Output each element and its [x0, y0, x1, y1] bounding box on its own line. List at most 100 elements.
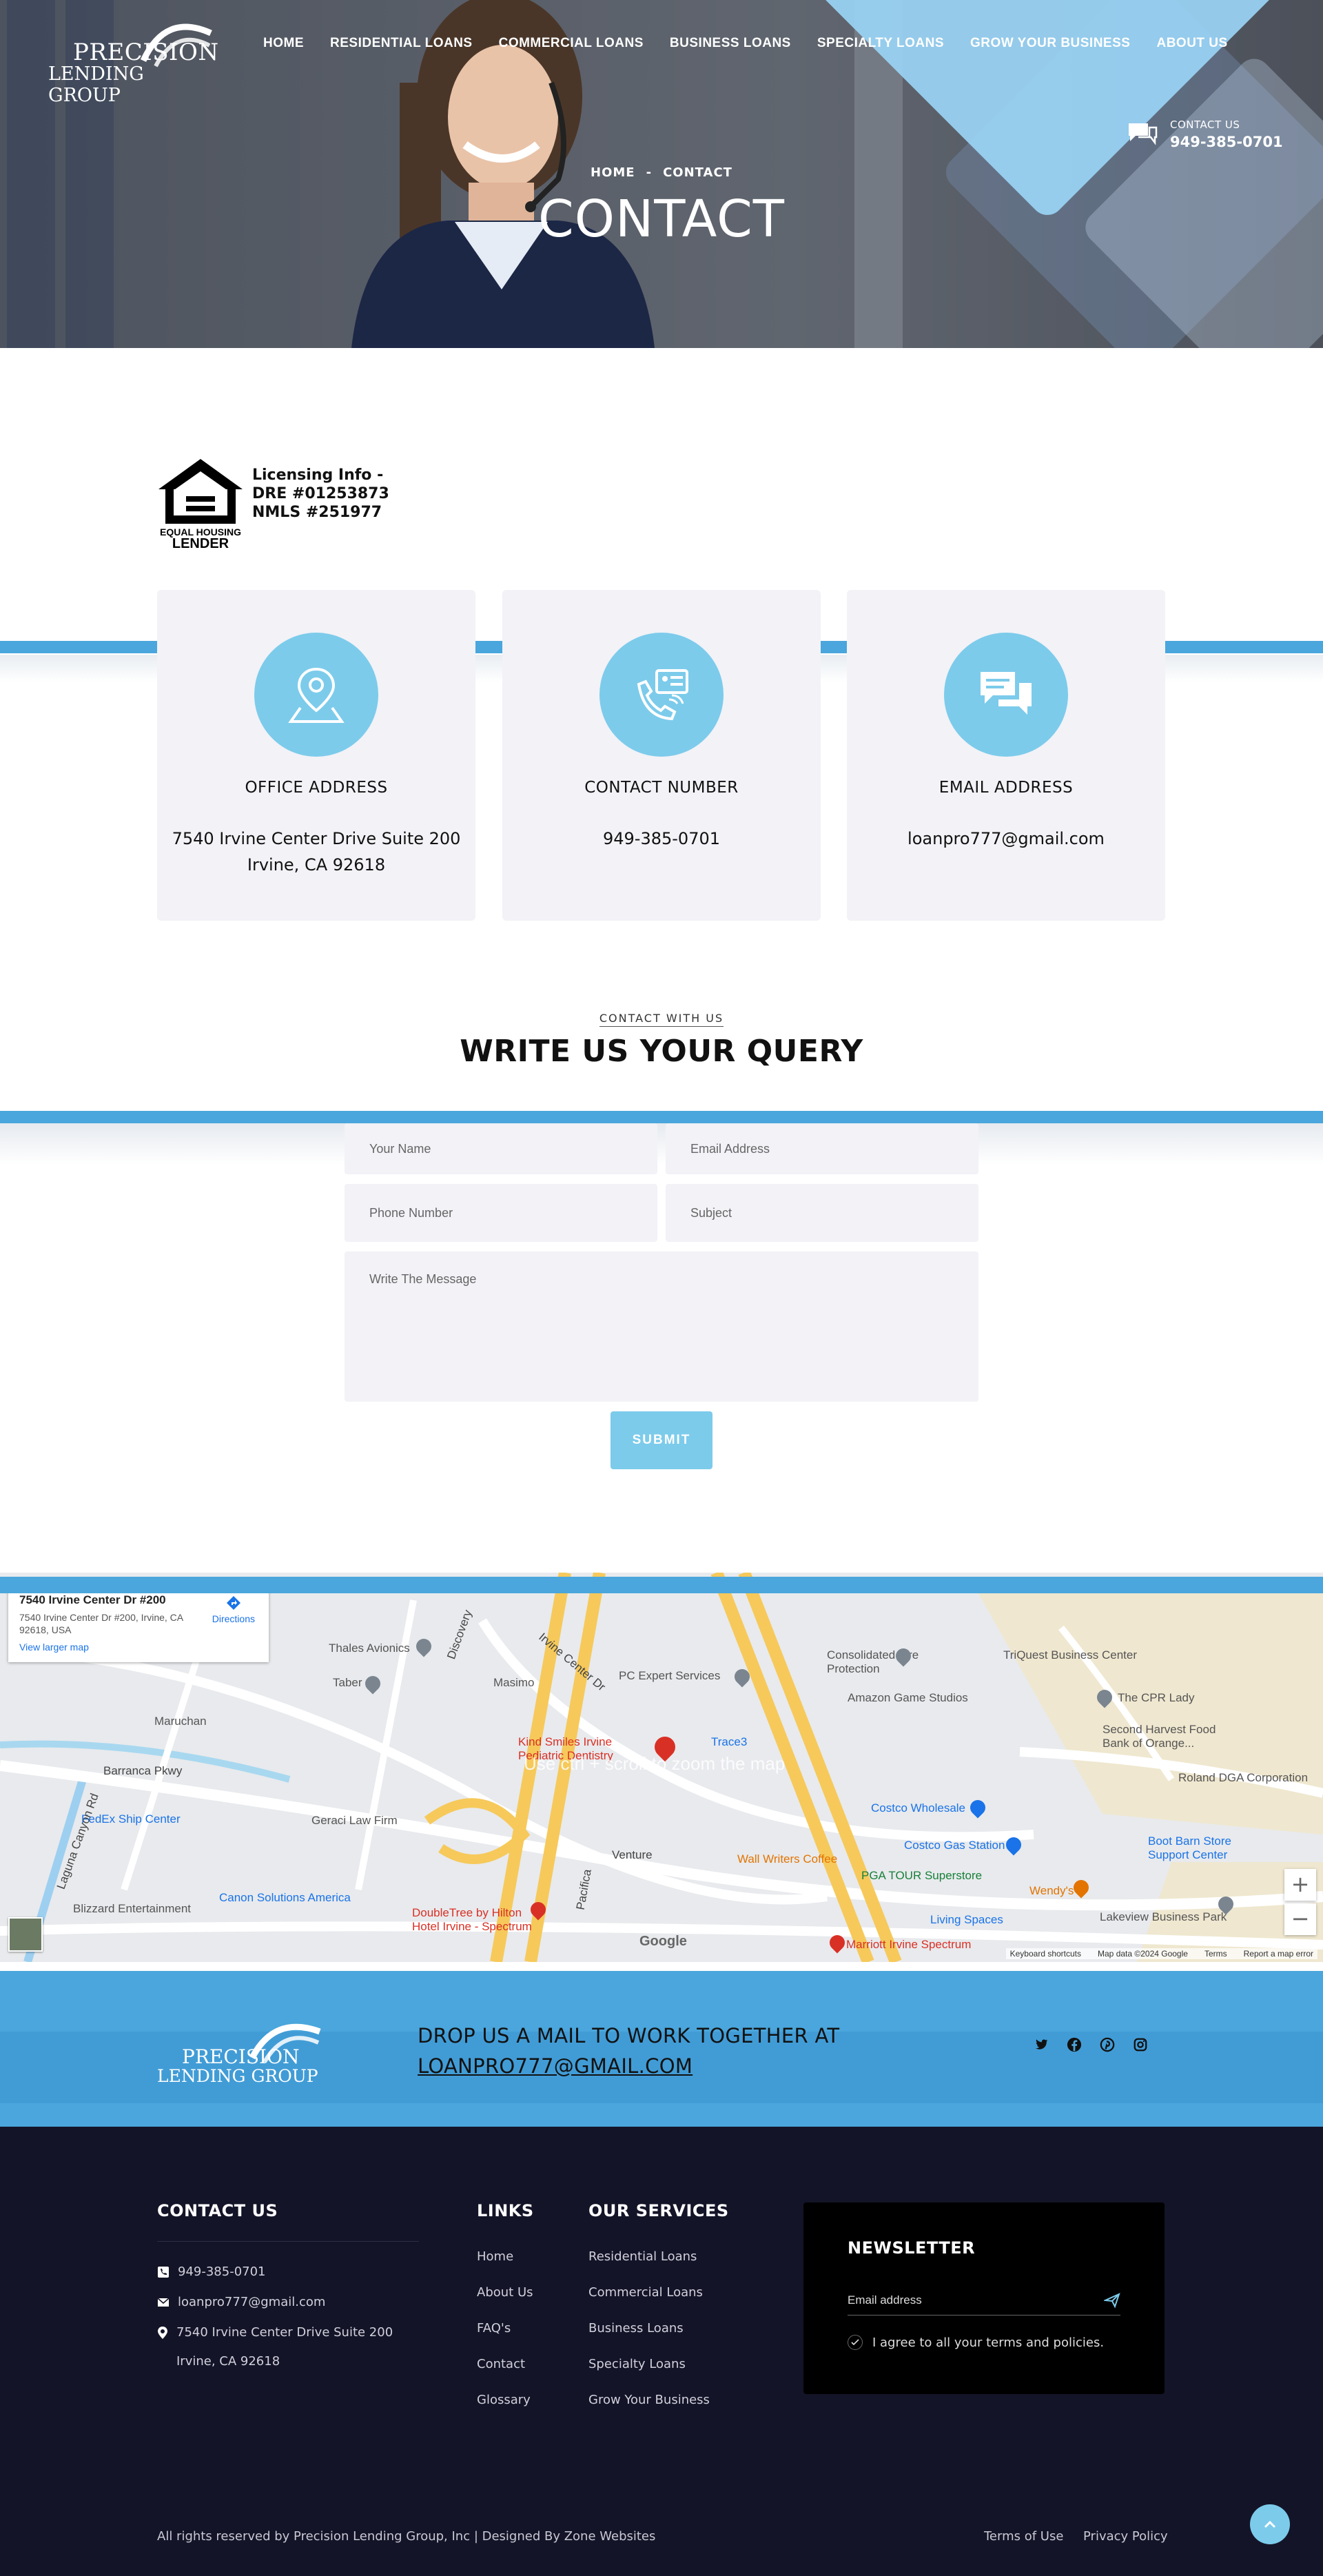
- cta-email-link[interactable]: LOANPRO777@GMAIL.COM: [418, 2051, 839, 2081]
- map-label: Consolidated Fire Protection: [827, 1648, 919, 1675]
- map-label: Thales Avionics: [329, 1642, 410, 1655]
- footer-email[interactable]: loanpro777@gmail.com: [157, 2295, 325, 2309]
- directions-button[interactable]: Directions: [212, 1595, 255, 1624]
- footer-link-home[interactable]: Home: [477, 2249, 513, 2264]
- view-larger-map-link[interactable]: View larger map: [19, 1642, 258, 1653]
- terms-of-use-link[interactable]: Terms of Use: [984, 2529, 1063, 2544]
- footer-service-grow[interactable]: Grow Your Business: [588, 2393, 710, 2407]
- name-input[interactable]: [345, 1123, 657, 1174]
- chat-bubbles-icon: [981, 672, 1032, 715]
- keyboard-shortcuts-link[interactable]: Keyboard shortcuts: [1010, 1949, 1081, 1959]
- email-address-card: EMAIL ADDRESS loanpro777@gmail.com: [847, 590, 1165, 921]
- email-address-value[interactable]: loanpro777@gmail.com: [847, 826, 1165, 852]
- nav-about-us[interactable]: ABOUT US: [1156, 36, 1227, 51]
- message-textarea[interactable]: [345, 1251, 978, 1402]
- license-dre: DRE #01253873: [252, 485, 389, 502]
- social-links: [1034, 2037, 1148, 2052]
- map-label: TriQuest Business Center: [1003, 1648, 1137, 1662]
- breadcrumb-separator: -: [646, 165, 653, 180]
- map-label: DoubleTree by Hilton Hotel Irvine - Spec…: [412, 1906, 532, 1933]
- main-nav: HOME RESIDENTIAL LOANS COMMERCIAL LOANS …: [263, 36, 1228, 51]
- footer-link-faqs[interactable]: FAQ's: [477, 2321, 511, 2335]
- nav-residential-loans[interactable]: RESIDENTIAL LOANS: [330, 36, 473, 51]
- map-scroll-hint: Use ctrl + scroll to zoom the map: [524, 1753, 786, 1774]
- footer-link-contact[interactable]: Contact: [477, 2357, 525, 2371]
- section-eyebrow: CONTACT WITH US: [0, 1012, 1323, 1027]
- map-data-label: Map data ©2024 Google: [1098, 1949, 1188, 1959]
- map-label: PGA TOUR Superstore: [861, 1869, 983, 1882]
- logo-line2: LENDING GROUP: [48, 63, 144, 106]
- license-nmls: NMLS #251977: [252, 504, 382, 521]
- contact-number-value[interactable]: 949-385-0701: [502, 826, 821, 852]
- nav-grow-your-business[interactable]: GROW YOUR BUSINESS: [970, 36, 1130, 51]
- newsletter-box: NEWSLETTER I agree to all your terms and…: [803, 2202, 1165, 2394]
- map-label: Geraci Law Firm: [311, 1814, 398, 1827]
- header-contact-label: CONTACT US: [1170, 119, 1240, 131]
- footer-phone[interactable]: 949-385-0701: [157, 2265, 266, 2279]
- terms-checkbox-label: I agree to all your terms and policies.: [872, 2335, 1105, 2350]
- instagram-icon[interactable]: [1133, 2037, 1148, 2052]
- card-title: CONTACT NUMBER: [584, 779, 739, 797]
- footer-address-line2: Irvine, CA 92618: [176, 2354, 280, 2369]
- footer-logo[interactable]: PRECISION LENDING GROUP: [157, 2015, 329, 2086]
- terms-link[interactable]: Terms: [1204, 1949, 1227, 1959]
- footer-links-heading: LINKS: [477, 2201, 534, 2220]
- map-label: Barranca Pkwy: [103, 1764, 183, 1777]
- newsletter-heading: NEWSLETTER: [848, 2238, 976, 2258]
- license-line1: Licensing Info -: [252, 467, 384, 484]
- header-contact-phone: 949-385-0701: [1170, 134, 1283, 150]
- page-title: CONTACT: [538, 190, 785, 249]
- nav-home[interactable]: HOME: [263, 36, 304, 51]
- facebook-icon[interactable]: [1067, 2037, 1082, 2052]
- site-logo[interactable]: PRECISION LENDING GROUP: [48, 12, 220, 106]
- phone-input[interactable]: [345, 1184, 657, 1242]
- subject-input[interactable]: [666, 1184, 978, 1242]
- cta-line1: DROP US A MAIL TO WORK TOGETHER AT: [418, 2024, 840, 2047]
- phone-icon: [158, 2266, 169, 2278]
- terms-checkbox[interactable]: I agree to all your terms and policies.: [848, 2335, 1104, 2350]
- map-label: Venture: [612, 1848, 653, 1861]
- footer-address: 7540 Irvine Center Drive Suite 200: [157, 2325, 393, 2340]
- footer-divider: [157, 2241, 419, 2242]
- office-address-line2: Irvine, CA 92618: [247, 855, 386, 875]
- chevron-up-icon: [1264, 2520, 1276, 2528]
- eho-text2: LENDER: [172, 536, 229, 550]
- map-label: PC Expert Services: [619, 1669, 721, 1682]
- map-info-box: 7540 Irvine Center Dr #200 7540 Irvine C…: [8, 1586, 269, 1662]
- nav-business-loans[interactable]: BUSINESS LOANS: [670, 36, 791, 51]
- footer-service-specialty[interactable]: Specialty Loans: [588, 2357, 686, 2371]
- footer-logo-line1: PRECISION: [182, 2045, 300, 2068]
- footer-service-business[interactable]: Business Loans: [588, 2321, 684, 2335]
- send-icon[interactable]: [1104, 2292, 1120, 2309]
- footer-link-glossary[interactable]: Glossary: [477, 2393, 531, 2407]
- privacy-policy-link[interactable]: Privacy Policy: [1083, 2529, 1168, 2544]
- submit-button[interactable]: SUBMIT: [611, 1411, 712, 1469]
- map-pin-icon: [158, 2326, 167, 2339]
- satellite-toggle[interactable]: [8, 1917, 43, 1952]
- pinterest-icon[interactable]: [1100, 2037, 1115, 2052]
- newsletter-email-input[interactable]: [848, 2285, 1120, 2316]
- directions-icon: [226, 1596, 240, 1610]
- zoom-in-button[interactable]: +: [1284, 1869, 1316, 1901]
- accent-bar: [0, 1577, 1323, 1593]
- google-map[interactable]: Thales Avionics Taber Masimo PC Expert S…: [0, 1573, 1323, 1962]
- header-contact[interactable]: CONTACT US 949-385-0701: [1127, 119, 1283, 150]
- breadcrumb: HOME - CONTACT: [0, 165, 1323, 180]
- zoom-out-button[interactable]: −: [1284, 1903, 1316, 1935]
- accent-bar: [0, 1111, 1323, 1123]
- footer-link-about[interactable]: About Us: [477, 2285, 533, 2300]
- card-icon-circle: [599, 633, 724, 757]
- report-error-link[interactable]: Report a map error: [1244, 1949, 1313, 1959]
- office-address-card: OFFICE ADDRESS 7540 Irvine Center Drive …: [157, 590, 475, 921]
- check-icon: [848, 2335, 863, 2350]
- nav-commercial-loans[interactable]: COMMERCIAL LOANS: [499, 36, 644, 51]
- hero-banner: PRECISION LENDING GROUP HOME RESIDENTIAL…: [0, 0, 1323, 348]
- twitter-icon[interactable]: [1034, 2037, 1049, 2052]
- map-info-address: 7540 Irvine Center Dr #200, Irvine, CA 9…: [19, 1612, 183, 1635]
- breadcrumb-home[interactable]: HOME: [591, 165, 635, 180]
- back-to-top-button[interactable]: [1250, 2504, 1290, 2544]
- email-input[interactable]: [666, 1123, 978, 1174]
- footer-service-commercial[interactable]: Commercial Loans: [588, 2285, 703, 2300]
- nav-specialty-loans[interactable]: SPECIALTY LOANS: [817, 36, 944, 51]
- footer-service-residential[interactable]: Residential Loans: [588, 2249, 697, 2264]
